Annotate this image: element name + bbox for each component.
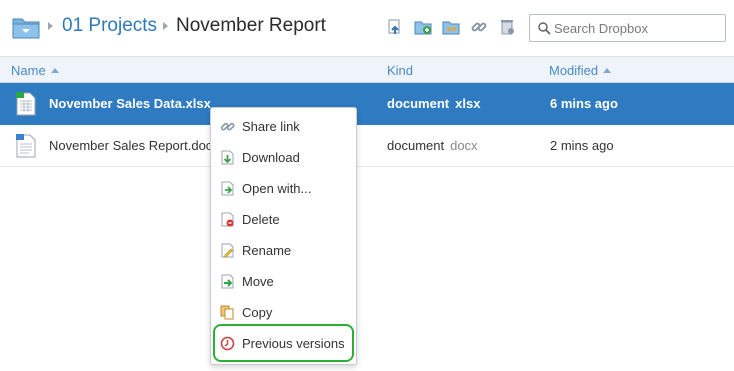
upload-icon[interactable]: [386, 18, 404, 36]
breadcrumb-separator: [163, 22, 168, 30]
menu-item-rename[interactable]: Rename: [211, 235, 356, 266]
search-icon: [538, 22, 551, 35]
link-icon: [220, 122, 235, 131]
new-folder-icon[interactable]: [414, 18, 432, 36]
file-extension: xlsx: [455, 96, 481, 111]
copy-icon: [220, 305, 234, 320]
breadcrumb-parent[interactable]: 01 Projects: [62, 15, 157, 37]
breadcrumb-separator: [48, 22, 53, 30]
delete-icon: [221, 212, 234, 227]
file-name[interactable]: November Sales Data.xlsx: [49, 96, 211, 111]
sort-ascending-icon: [603, 68, 612, 73]
menu-item-label: Copy: [242, 305, 273, 320]
open-with-icon: [221, 181, 234, 196]
share-link-icon[interactable]: [470, 18, 488, 36]
menu-item-delete[interactable]: Delete: [211, 204, 356, 235]
menu-item-label: Share link: [242, 119, 300, 134]
file-kind: document docx: [387, 138, 478, 153]
menu-item-share-link[interactable]: Share link: [211, 111, 356, 142]
clock-icon: [220, 336, 235, 351]
file-kind: document xlsx: [387, 96, 481, 111]
file-modified: 6 mins ago: [550, 96, 618, 111]
document-icon: [16, 134, 36, 158]
download-icon: [221, 150, 234, 165]
search-input[interactable]: [554, 17, 722, 39]
move-icon: [221, 274, 234, 289]
file-modified: 2 mins ago: [550, 138, 614, 153]
folder-icon[interactable]: [12, 15, 40, 39]
menu-item-label: Move: [242, 274, 274, 289]
search-box[interactable]: [529, 14, 726, 42]
menu-item-label: Download: [242, 150, 300, 165]
column-header-name[interactable]: Name: [11, 63, 59, 78]
file-name[interactable]: November Sales Report.docx: [49, 138, 219, 153]
file-row[interactable]: November Sales Report.docx document docx …: [0, 125, 734, 167]
menu-item-label: Open with...: [242, 181, 312, 196]
menu-item-previous-versions[interactable]: Previous versions: [211, 328, 356, 359]
breadcrumb-current: November Report: [176, 15, 326, 36]
menu-item-move[interactable]: Move: [211, 266, 356, 297]
menu-item-label: Previous versions: [242, 336, 345, 351]
file-extension: docx: [450, 138, 478, 153]
column-header-kind[interactable]: Kind: [387, 63, 413, 78]
column-header-modified[interactable]: Modified: [549, 63, 612, 78]
deleted-files-icon[interactable]: [498, 18, 516, 36]
sort-ascending-icon: [50, 68, 59, 73]
share-folder-icon[interactable]: [442, 18, 460, 36]
context-menu: Share link Download Open with... Delete …: [210, 107, 357, 365]
menu-item-open-with[interactable]: Open with...: [211, 173, 356, 204]
file-row[interactable]: November Sales Data.xlsx document xlsx 6 …: [0, 83, 734, 125]
column-header-row: Name Kind Modified: [0, 56, 734, 83]
menu-item-download[interactable]: Download: [211, 142, 356, 173]
menu-item-label: Delete: [242, 212, 280, 227]
menu-item-copy[interactable]: Copy: [211, 297, 356, 328]
spreadsheet-icon: [16, 92, 36, 116]
header-bar: 01 Projects November Report: [0, 0, 734, 56]
menu-item-label: Rename: [242, 243, 292, 258]
rename-icon: [221, 243, 234, 258]
